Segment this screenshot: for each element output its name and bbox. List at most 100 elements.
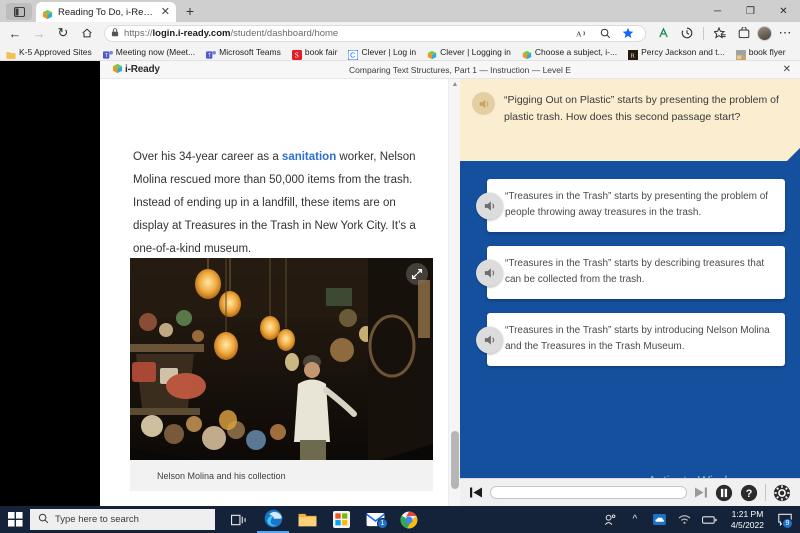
help-icon[interactable]: ? — [740, 484, 758, 502]
notification-center-icon[interactable]: 9 — [774, 506, 796, 533]
task-view-icon[interactable] — [223, 506, 255, 533]
brand-label: i-Ready — [125, 64, 160, 75]
photo-artwork — [130, 258, 433, 460]
battery-icon[interactable] — [699, 506, 721, 533]
screen: Reading To Do, i-Ready ✕ + ─ ❐ ✕ ← → ↻ h — [0, 0, 800, 533]
settings-more-icon[interactable]: ⋯ — [774, 23, 796, 43]
progress-track[interactable] — [490, 486, 687, 499]
clock[interactable]: 1:21 PM 4/5/2022 — [724, 509, 771, 531]
next-icon[interactable] — [694, 486, 708, 499]
question-bubble: “Pigging Out on Plastic” starts by prese… — [460, 79, 800, 161]
onedrive-icon[interactable] — [649, 506, 671, 533]
windows-start-icon[interactable] — [0, 506, 30, 533]
svg-text:T: T — [208, 53, 211, 59]
system-tray: ^ 1:21 PM 4/5/2022 9 — [599, 506, 800, 533]
answer-choice-text: “Treasures in the Trash” starts by intro… — [505, 323, 773, 355]
network-icon[interactable] — [674, 506, 696, 533]
show-hidden-icons-icon[interactable]: ^ — [624, 506, 646, 533]
clock-date: 4/5/2022 — [731, 520, 764, 531]
answer-choice-text: “Treasures in the Trash” starts by descr… — [505, 256, 773, 288]
question-pane: “Pigging Out on Plastic” starts by prese… — [460, 79, 800, 506]
svg-text:C: C — [351, 51, 356, 60]
chrome-icon[interactable] — [393, 506, 425, 533]
extensions-icon[interactable] — [733, 23, 755, 43]
forward-icon[interactable]: → — [28, 23, 50, 43]
omnibox-actions: A — [571, 23, 639, 43]
notification-badge: 9 — [782, 518, 793, 529]
svg-text:R: R — [630, 53, 635, 60]
bookmark-item[interactable]: C Clever | Log in — [348, 47, 416, 57]
teams-icon: T — [103, 47, 113, 57]
bookmark-label: Percy Jackson and t... — [641, 47, 725, 57]
pause-icon[interactable] — [715, 484, 733, 502]
back-icon[interactable]: ← — [4, 23, 26, 43]
passage-figure: Nelson Molina and his collection — [130, 258, 433, 491]
answer-choice[interactable]: “Treasures in the Trash” starts by prese… — [487, 179, 785, 232]
add-favorite-icon[interactable] — [709, 23, 731, 43]
playback-toolbar: ? — [460, 478, 800, 506]
speaker-icon[interactable] — [476, 326, 503, 353]
bookmark-item[interactable]: K-5 Approved Sites — [6, 47, 92, 57]
glossary-link-sanitation[interactable]: sanitation — [282, 151, 336, 163]
answer-choice[interactable]: “Treasures in the Trash” starts by descr… — [487, 246, 785, 299]
favorite-star-icon[interactable] — [617, 23, 639, 43]
store-icon[interactable] — [325, 506, 357, 533]
close-window-button[interactable]: ✕ — [767, 0, 800, 22]
bookmark-label: Microsoft Teams — [219, 47, 281, 57]
speaker-icon[interactable] — [472, 92, 495, 115]
speaker-icon[interactable] — [476, 192, 503, 219]
search-icon[interactable] — [594, 23, 616, 43]
new-tab-button[interactable]: + — [182, 4, 198, 20]
bookmark-label: Clever | Logging in — [440, 47, 511, 57]
speaker-icon[interactable] — [476, 259, 503, 286]
answer-choice[interactable]: “Treasures in the Trash” starts by intro… — [487, 313, 785, 366]
bookmark-label: Choose a subject, i-... — [535, 47, 617, 57]
reading-scrollbar[interactable]: ▲ — [448, 79, 460, 506]
taskbar-apps: 1 — [223, 506, 425, 533]
address-bar[interactable]: https://login.i-ready.com/student/dashbo… — [104, 25, 646, 42]
bookmark-item[interactable]: S book fair — [292, 47, 338, 57]
mail-icon[interactable]: 1 — [359, 506, 391, 533]
browser-essentials-icon[interactable] — [652, 23, 674, 43]
bookmark-item[interactable]: R Percy Jackson and t... — [628, 47, 725, 57]
file-explorer-icon[interactable] — [291, 506, 323, 533]
maximize-button[interactable]: ❐ — [734, 0, 767, 22]
edge-icon[interactable] — [257, 506, 289, 533]
previous-icon[interactable] — [469, 486, 483, 499]
search-input[interactable]: Type here to search — [30, 509, 215, 530]
scroll-up-icon[interactable]: ▲ — [451, 81, 459, 89]
scrollbar-thumb[interactable] — [451, 431, 459, 489]
history-icon[interactable] — [676, 23, 698, 43]
bookmark-item[interactable]: Clever | Logging in — [427, 47, 511, 57]
clever-icon: C — [348, 47, 358, 57]
tab-actions-icon[interactable] — [6, 3, 32, 20]
answer-choices: “Treasures in the Trash” starts by prese… — [460, 161, 800, 366]
passage-text: Over his 34-year career as a sanitation … — [133, 146, 425, 261]
tab-close-icon[interactable]: ✕ — [161, 7, 170, 18]
book-icon: R — [628, 47, 638, 57]
lesson-body: Over his 34-year career as a sanitation … — [100, 79, 800, 506]
minimize-button[interactable]: ─ — [701, 0, 734, 22]
browser-tab[interactable]: Reading To Do, i-Ready ✕ — [36, 2, 176, 22]
profile-avatar[interactable] — [757, 26, 772, 41]
bookmark-item[interactable]: T Microsoft Teams — [206, 47, 281, 57]
settings-icon[interactable] — [773, 484, 791, 502]
figure-caption: Nelson Molina and his collection — [130, 460, 433, 491]
bookmark-item[interactable]: book flyer — [736, 47, 786, 57]
people-icon[interactable] — [599, 506, 621, 533]
toolbar-divider — [765, 484, 766, 501]
i-ready-cube-icon — [112, 61, 123, 79]
home-icon[interactable] — [76, 23, 98, 43]
close-lesson-icon[interactable]: ✕ — [783, 65, 791, 75]
i-ready-cube-icon — [427, 47, 437, 57]
bookmark-item[interactable]: Choose a subject, i-... — [522, 47, 617, 57]
window-controls: ─ ❐ ✕ — [701, 0, 800, 22]
read-aloud-icon[interactable]: A — [571, 23, 593, 43]
expand-icon[interactable] — [406, 263, 428, 285]
browser-window: Reading To Do, i-Ready ✕ + ─ ❐ ✕ ← → ↻ h — [0, 0, 800, 506]
reload-icon[interactable]: ↻ — [52, 23, 74, 43]
search-placeholder: Type here to search — [55, 514, 139, 525]
passage-photo[interactable] — [130, 258, 433, 460]
search-icon — [38, 511, 49, 529]
bookmark-item[interactable]: T Meeting now (Meet... — [103, 47, 195, 57]
